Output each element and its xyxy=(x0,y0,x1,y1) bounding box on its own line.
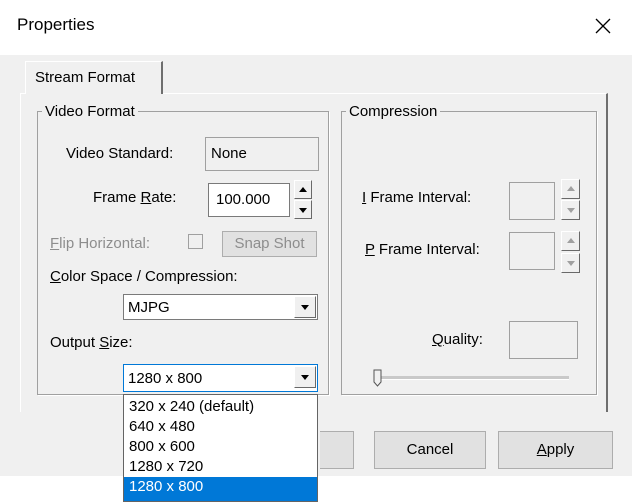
quality-slider-thumb[interactable] xyxy=(373,369,382,387)
option-1280x720[interactable]: 1280 x 720 xyxy=(124,457,317,476)
snap-shot-button[interactable]: Snap Shot xyxy=(222,231,317,257)
output-size-dropdown-list: 320 x 240 (default) 640 x 480 800 x 600 … xyxy=(123,394,318,502)
cancel-button[interactable]: Cancel xyxy=(374,431,486,469)
chevron-down-icon xyxy=(301,375,309,380)
tab-stream-format-label: Stream Format xyxy=(35,69,136,86)
p-frame-interval-input[interactable] xyxy=(509,232,555,270)
i-frame-up-button[interactable] xyxy=(561,179,580,199)
tab-stream-format[interactable]: Stream Format xyxy=(25,61,163,94)
arrow-down-icon xyxy=(566,208,575,213)
frame-rate-input[interactable]: 100.000 xyxy=(208,183,290,217)
video-standard-field: None xyxy=(205,137,319,171)
i-frame-interval-input[interactable] xyxy=(509,182,555,220)
option-1280x800[interactable]: 1280 x 800 xyxy=(124,477,317,501)
quality-slider-track[interactable] xyxy=(379,376,569,380)
output-size-value: 1280 x 800 xyxy=(128,370,203,387)
i-frame-interval-label: I Frame Interval: xyxy=(362,189,472,206)
flip-horizontal-checkbox[interactable] xyxy=(188,234,203,249)
frame-rate-up-button[interactable] xyxy=(294,180,312,199)
frame-rate-value: 100.000 xyxy=(216,191,271,208)
arrow-up-icon xyxy=(299,186,307,192)
title-bar xyxy=(0,0,632,55)
video-standard-label: Video Standard: xyxy=(66,145,174,162)
compression-title: Compression xyxy=(346,103,441,120)
p-frame-interval-label: P Frame Interval: xyxy=(365,241,480,258)
flip-horizontal-label: Flip Horizontal: xyxy=(50,235,151,252)
arrow-up-icon xyxy=(566,186,575,191)
color-space-select[interactable]: MJPG xyxy=(123,294,318,320)
arrow-down-icon xyxy=(299,207,307,213)
p-frame-up-button[interactable] xyxy=(561,231,580,251)
chevron-down-icon xyxy=(301,305,309,310)
frame-rate-down-button[interactable] xyxy=(294,200,312,219)
option-320x240[interactable]: 320 x 240 (default) xyxy=(124,397,317,416)
frame-rate-label: Frame Rate: xyxy=(93,189,177,206)
color-space-value: MJPG xyxy=(128,299,170,316)
ok-button[interactable] xyxy=(320,431,354,469)
window-title: Properties xyxy=(17,15,95,34)
output-size-dropdown-button[interactable] xyxy=(294,366,316,388)
quality-label: Quality: xyxy=(432,331,483,348)
p-frame-down-button[interactable] xyxy=(561,253,580,273)
color-space-dropdown-button[interactable] xyxy=(294,296,316,318)
apply-button[interactable]: Apply xyxy=(498,431,613,469)
close-icon[interactable] xyxy=(592,15,614,37)
i-frame-down-button[interactable] xyxy=(561,200,580,220)
arrow-down-icon xyxy=(566,261,575,266)
video-standard-value: None xyxy=(211,145,247,162)
option-640x480[interactable]: 640 x 480 xyxy=(124,417,317,436)
arrow-up-icon xyxy=(566,238,575,243)
color-space-label: Color Space / Compression: xyxy=(50,268,238,285)
quality-input[interactable] xyxy=(509,321,578,359)
output-size-select[interactable]: 1280 x 800 xyxy=(123,364,318,392)
video-format-title: Video Format xyxy=(42,103,138,120)
option-800x600[interactable]: 800 x 600 xyxy=(124,437,317,456)
output-size-label: Output Size: xyxy=(50,334,133,351)
